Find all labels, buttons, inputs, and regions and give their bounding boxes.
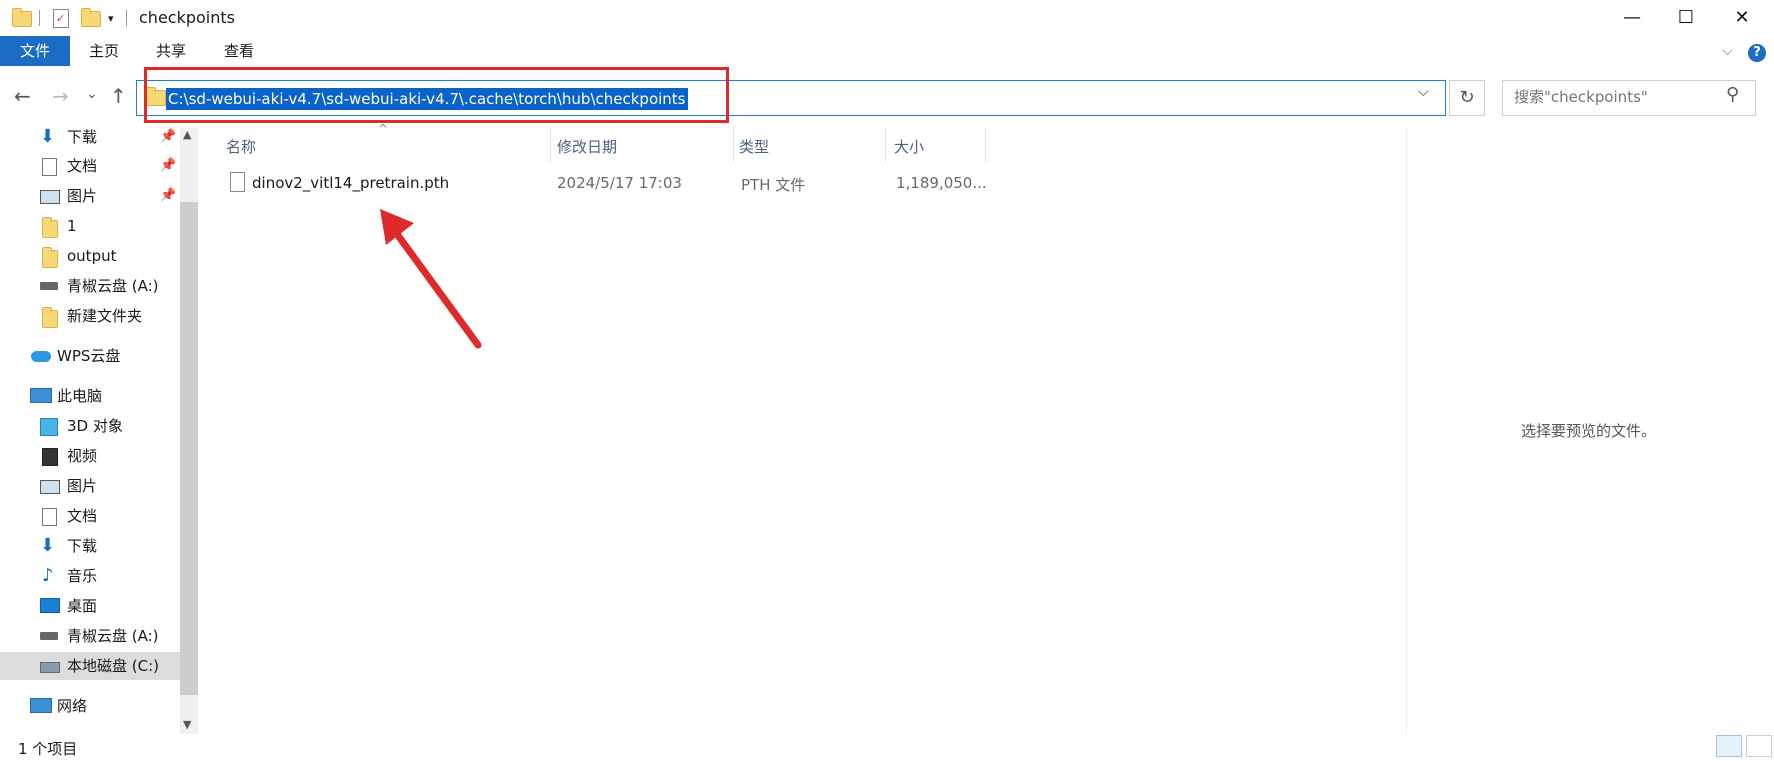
sidebar-item-this-pc[interactable]: 此电脑	[0, 382, 180, 410]
forward-button[interactable]: →	[52, 84, 69, 108]
network-drive-icon	[40, 632, 58, 640]
sidebar-item-videos[interactable]: 视频	[0, 442, 180, 470]
sidebar-item-wps-cloud[interactable]: WPS云盘	[0, 342, 180, 370]
column-header-date-modified[interactable]: 修改日期	[557, 136, 617, 157]
maximize-button[interactable]: ☐	[1658, 0, 1714, 36]
sidebar-item-documents-pinned[interactable]: 文档 📌	[0, 152, 180, 180]
computer-icon	[30, 388, 52, 403]
new-folder-icon[interactable]	[81, 8, 101, 27]
file-size: 1,189,050...	[896, 174, 987, 192]
file-name[interactable]: dinov2_vitl14_pretrain.pth	[252, 174, 449, 192]
window-title: checkpoints	[139, 8, 235, 27]
column-header-type[interactable]: 类型	[739, 136, 769, 157]
sidebar-item-pictures-pinned[interactable]: 图片 📌	[0, 182, 180, 210]
document-icon	[42, 158, 57, 176]
folder-icon	[42, 307, 58, 328]
folder-icon	[42, 217, 58, 238]
address-dropdown-icon[interactable]: ⌵	[1418, 84, 1429, 100]
file-date-modified: 2024/5/17 17:03	[557, 174, 682, 192]
cloud-icon	[31, 351, 51, 362]
file-type: PTH 文件	[741, 176, 806, 194]
sidebar-item-qingjiao-drive[interactable]: 青椒云盘 (A:)	[0, 272, 180, 300]
navigation-pane: ⬇ 下载 📌 文档 📌 图片 📌 1 output 青椒云盘 (A:) 新建文件…	[0, 126, 200, 735]
divider	[39, 10, 40, 26]
sidebar-item-downloads[interactable]: ⬇ 下载	[0, 532, 180, 560]
preview-message: 选择要预览的文件。	[1521, 422, 1657, 440]
pin-icon[interactable]: 📌	[160, 152, 176, 180]
sidebar-item-pictures[interactable]: 图片	[0, 472, 180, 500]
cube-icon	[40, 418, 58, 436]
column-divider[interactable]	[550, 128, 551, 162]
sidebar-item-music[interactable]: ♪ 音乐	[0, 562, 180, 590]
pin-icon[interactable]: 📌	[160, 182, 176, 210]
search-input[interactable]	[1512, 87, 1716, 107]
minimize-button[interactable]: —	[1604, 0, 1660, 36]
close-button[interactable]: ✕	[1714, 0, 1770, 36]
back-button[interactable]: ←	[14, 84, 31, 108]
desktop-icon	[40, 598, 60, 613]
sidebar-item-folder-1[interactable]: 1	[0, 212, 180, 240]
sidebar-item-downloads-pinned[interactable]: ⬇ 下载 📌	[0, 123, 180, 151]
download-icon: ⬇	[40, 535, 56, 556]
network-drive-icon	[40, 282, 58, 290]
video-icon	[42, 448, 58, 466]
folder-icon	[12, 8, 32, 27]
refresh-button[interactable]: ↻	[1449, 80, 1485, 116]
up-button[interactable]: ↑	[110, 84, 127, 108]
details-view-button[interactable]	[1716, 735, 1742, 757]
arrow-shaft	[382, 215, 482, 349]
annotation-arrow	[380, 209, 482, 349]
preview-divider[interactable]	[1406, 128, 1407, 735]
sidebar-item-qingjiao-drive-pc[interactable]: 青椒云盘 (A:)	[0, 622, 180, 650]
recent-locations-button[interactable]: ⌄	[86, 86, 98, 102]
properties-icon[interactable]: ✓	[53, 9, 69, 28]
download-icon: ⬇	[40, 126, 56, 147]
sort-ascending-icon: ^	[378, 122, 389, 136]
column-header-size[interactable]: 大小	[894, 136, 924, 157]
pin-icon[interactable]: 📌	[160, 123, 176, 151]
sidebar-item-new-folder[interactable]: 新建文件夹	[0, 302, 180, 330]
sidebar-item-desktop[interactable]: 桌面	[0, 592, 180, 620]
expand-ribbon-icon[interactable]: ⌵	[1722, 36, 1733, 66]
large-icons-view-button[interactable]	[1746, 735, 1772, 757]
status-item-count: 1 个项目	[18, 740, 78, 758]
document-icon	[42, 508, 57, 526]
customize-quick-access-icon[interactable]: ▾	[108, 12, 114, 25]
local-disk-icon	[40, 662, 60, 673]
tab-home[interactable]: 主页	[89, 36, 119, 66]
sidebar-item-documents[interactable]: 文档	[0, 502, 180, 530]
column-header-name[interactable]: 名称	[226, 136, 256, 157]
tab-share[interactable]: 共享	[156, 36, 186, 66]
file-icon	[230, 172, 245, 192]
divider	[126, 10, 127, 26]
sidebar-item-output[interactable]: output	[0, 242, 180, 270]
music-icon: ♪	[42, 565, 54, 586]
column-divider[interactable]	[733, 128, 734, 162]
annotation-highlight-box	[144, 67, 729, 123]
tab-file[interactable]: 文件	[0, 36, 70, 66]
column-divider[interactable]	[985, 128, 986, 162]
network-icon	[30, 698, 52, 713]
sidebar-item-3d-objects[interactable]: 3D 对象	[0, 412, 180, 440]
tab-view[interactable]: 查看	[224, 36, 254, 66]
ribbon: 文件 主页 共享 查看 ⌵ ?	[0, 36, 1774, 68]
column-divider[interactable]	[885, 128, 886, 162]
picture-icon	[40, 190, 60, 204]
picture-icon	[40, 480, 60, 494]
folder-icon	[42, 247, 58, 268]
sidebar-item-local-disk-c[interactable]: 本地磁盘 (C:)	[0, 652, 180, 680]
title-bar: ✓ ▾ checkpoints — ☐ ✕	[0, 0, 1774, 36]
sidebar-item-network[interactable]: 网络	[0, 692, 180, 720]
help-icon[interactable]: ?	[1748, 44, 1766, 62]
search-icon[interactable]: ⚲	[1726, 84, 1739, 105]
